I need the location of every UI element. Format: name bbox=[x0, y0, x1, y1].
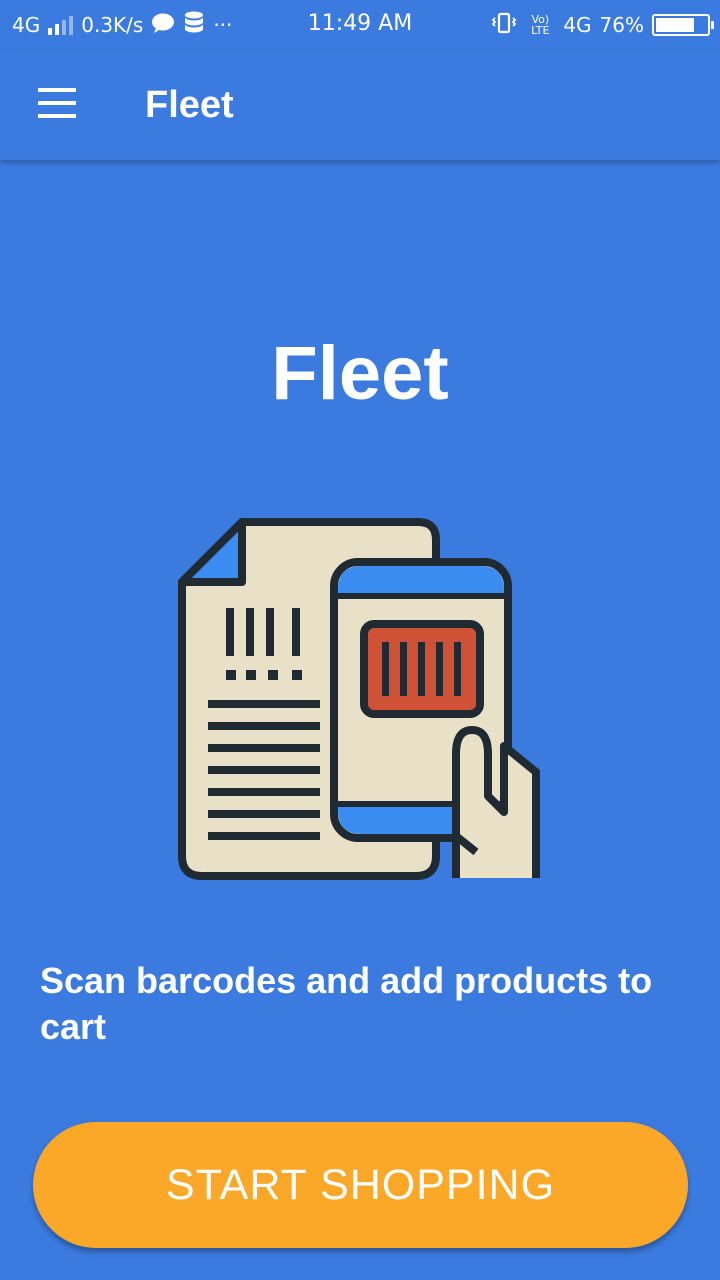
status-right: Vo) LTE 4G 76% bbox=[491, 12, 714, 39]
vibrate-icon bbox=[491, 12, 517, 39]
barcode-scan-illustration-icon bbox=[176, 516, 546, 886]
app-title: Fleet bbox=[145, 84, 234, 126]
onboarding-caption: Scan barcodes and add products to cart bbox=[40, 960, 653, 1047]
hero-title: Fleet bbox=[271, 331, 449, 416]
start-shopping-button[interactable]: START SHOPPING bbox=[33, 1122, 688, 1248]
status-bar: 4G 0.3K/s ··· 11:49 AM Vo) LTE 4G 76% bbox=[0, 0, 720, 50]
app-bar: Fleet bbox=[0, 50, 720, 160]
hamburger-menu-icon[interactable] bbox=[38, 88, 76, 118]
battery-percent: 76% bbox=[599, 13, 644, 37]
volte-indicator: Vo) LTE bbox=[531, 13, 550, 37]
battery-fill bbox=[656, 18, 694, 32]
battery-icon bbox=[652, 14, 714, 36]
network-type-right: 4G bbox=[563, 13, 592, 37]
